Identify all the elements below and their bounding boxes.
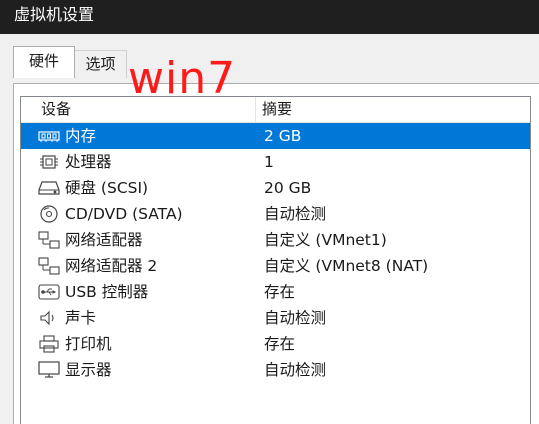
device-summary: 自动检测 — [264, 309, 327, 327]
table-row[interactable]: 硬盘 (SCSI) 20 GB — [21, 175, 530, 201]
table-row[interactable]: 处理器 1 — [21, 149, 530, 175]
list-header: 设备 摘要 — [21, 97, 530, 123]
table-row[interactable]: USB 控制器 存在 — [21, 279, 530, 305]
device-name: 网络适配器 — [65, 231, 143, 249]
device-name: 硬盘 (SCSI) — [65, 179, 149, 197]
device-summary: 1 — [264, 153, 274, 171]
cd-dvd-icon — [38, 205, 60, 223]
overlay-annotation: win7 — [128, 53, 237, 104]
device-list[interactable]: 设备 摘要 内存 2 GB 处理器 1 硬盘 (SCSI) 20 GB CD/DVD (SA… — [20, 96, 531, 424]
device-summary: 自定义 (VMnet1) — [264, 231, 387, 249]
column-header-summary[interactable]: 摘要 — [262, 97, 292, 122]
network-adapter-icon — [38, 231, 60, 249]
table-row[interactable]: 声卡 自动检测 — [21, 305, 530, 331]
device-summary: 自动检测 — [264, 205, 327, 223]
column-header-device[interactable]: 设备 — [41, 97, 71, 122]
device-summary: 自定义 (VMnet8 (NAT) — [264, 257, 429, 275]
table-row[interactable]: 网络适配器 自定义 (VMnet1) — [21, 227, 530, 253]
device-name: 打印机 — [65, 335, 112, 353]
tab-strip: 选项 硬件 — [0, 34, 539, 84]
table-row[interactable]: CD/DVD (SATA) 自动检测 — [21, 201, 530, 227]
column-separator[interactable] — [255, 97, 256, 122]
device-name: 声卡 — [65, 309, 97, 327]
device-rows: 内存 2 GB 处理器 1 硬盘 (SCSI) 20 GB CD/DVD (SATA) 自动检… — [21, 123, 530, 383]
device-name: CD/DVD (SATA) — [65, 205, 183, 223]
table-row[interactable]: 网络适配器 2 自定义 (VMnet8 (NAT) — [21, 253, 530, 279]
table-row[interactable]: 内存 2 GB — [21, 123, 530, 149]
device-summary: 存在 — [264, 335, 296, 353]
memory-icon — [38, 127, 60, 145]
cpu-icon — [38, 153, 60, 171]
device-name: 显示器 — [65, 361, 112, 379]
network-adapter-icon — [38, 257, 60, 275]
device-summary: 20 GB — [264, 179, 312, 197]
device-summary: 2 GB — [264, 127, 302, 145]
device-name: USB 控制器 — [65, 283, 149, 301]
hard-disk-icon — [38, 179, 60, 197]
sound-card-icon — [38, 309, 60, 327]
display-icon — [38, 361, 60, 379]
device-name: 网络适配器 2 — [65, 257, 158, 275]
usb-icon — [38, 283, 60, 301]
table-row[interactable]: 显示器 自动检测 — [21, 357, 530, 383]
printer-icon — [38, 335, 60, 353]
device-name: 处理器 — [65, 153, 112, 171]
device-summary: 自动检测 — [264, 361, 327, 379]
device-summary: 存在 — [264, 283, 296, 301]
table-row[interactable]: 打印机 存在 — [21, 331, 530, 357]
device-name: 内存 — [65, 127, 97, 145]
tab-options[interactable]: 选项 — [75, 50, 127, 78]
window-title: 虚拟机设置 — [14, 5, 95, 24]
tab-hardware[interactable]: 硬件 — [13, 46, 75, 78]
window-title-bar: 虚拟机设置 — [0, 0, 539, 34]
